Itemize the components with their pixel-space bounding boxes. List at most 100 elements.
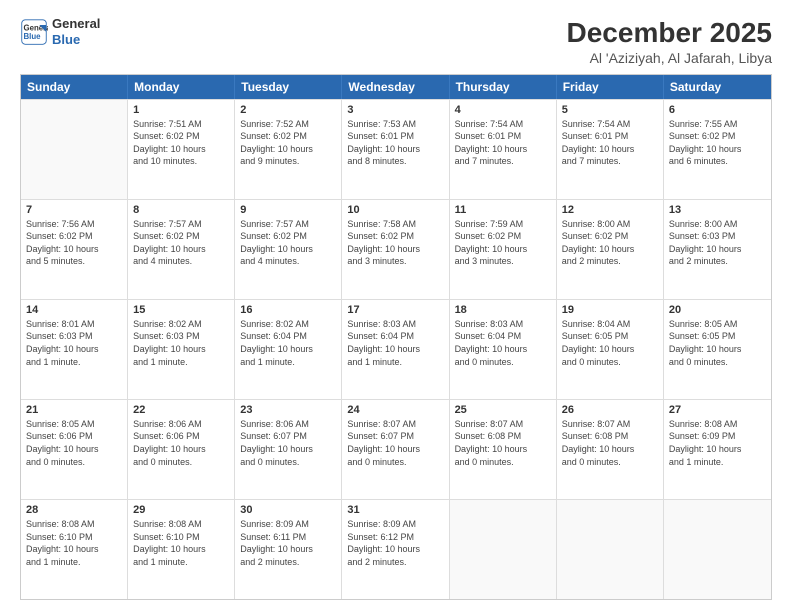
cell-day-number: 18 [455, 304, 551, 316]
cell-day-number: 9 [240, 204, 336, 216]
cell-info: Sunrise: 7:55 AMSunset: 6:02 PMDaylight:… [669, 118, 766, 168]
cell-day-number: 14 [26, 304, 122, 316]
calendar-cell: 8 Sunrise: 7:57 AMSunset: 6:02 PMDaylight… [128, 200, 235, 299]
calendar-cell: 3 Sunrise: 7:53 AMSunset: 6:01 PMDaylight… [342, 100, 449, 199]
calendar-header-cell: Thursday [450, 75, 557, 99]
calendar-row: 14 Sunrise: 8:01 AMSunset: 6:03 PMDayligh… [21, 299, 771, 399]
cell-info: Sunrise: 8:01 AMSunset: 6:03 PMDaylight:… [26, 318, 122, 368]
cell-info: Sunrise: 7:51 AMSunset: 6:02 PMDaylight:… [133, 118, 229, 168]
calendar-body: 1 Sunrise: 7:51 AMSunset: 6:02 PMDaylight… [21, 99, 771, 599]
cell-day-number: 21 [26, 404, 122, 416]
cell-info: Sunrise: 8:03 AMSunset: 6:04 PMDaylight:… [347, 318, 443, 368]
calendar-cell: 29 Sunrise: 8:08 AMSunset: 6:10 PMDayligh… [128, 500, 235, 599]
page: General Blue General Blue December 2025 … [0, 0, 792, 612]
calendar-cell: 27 Sunrise: 8:08 AMSunset: 6:09 PMDayligh… [664, 400, 771, 499]
calendar-cell: 28 Sunrise: 8:08 AMSunset: 6:10 PMDayligh… [21, 500, 128, 599]
cell-info: Sunrise: 8:05 AMSunset: 6:05 PMDaylight:… [669, 318, 766, 368]
cell-day-number: 5 [562, 104, 658, 116]
cell-info: Sunrise: 7:53 AMSunset: 6:01 PMDaylight:… [347, 118, 443, 168]
calendar-cell: 6 Sunrise: 7:55 AMSunset: 6:02 PMDaylight… [664, 100, 771, 199]
calendar-cell: 2 Sunrise: 7:52 AMSunset: 6:02 PMDaylight… [235, 100, 342, 199]
cell-info: Sunrise: 8:08 AMSunset: 6:09 PMDaylight:… [669, 418, 766, 468]
cell-info: Sunrise: 7:59 AMSunset: 6:02 PMDaylight:… [455, 218, 551, 268]
calendar-row: 21 Sunrise: 8:05 AMSunset: 6:06 PMDayligh… [21, 399, 771, 499]
cell-day-number: 20 [669, 304, 766, 316]
cell-day-number: 10 [347, 204, 443, 216]
calendar-row: 7 Sunrise: 7:56 AMSunset: 6:02 PMDaylight… [21, 199, 771, 299]
cell-day-number: 7 [26, 204, 122, 216]
cell-day-number: 6 [669, 104, 766, 116]
cell-day-number: 11 [455, 204, 551, 216]
cell-day-number: 8 [133, 204, 229, 216]
cell-info: Sunrise: 8:02 AMSunset: 6:04 PMDaylight:… [240, 318, 336, 368]
calendar-cell: 25Sunrise: 8:07 AMSunset: 6:08 PMDayligh… [450, 400, 557, 499]
calendar-cell: 31Sunrise: 8:09 AMSunset: 6:12 PMDayligh… [342, 500, 449, 599]
calendar-cell: 5 Sunrise: 7:54 AMSunset: 6:01 PMDaylight… [557, 100, 664, 199]
cell-day-number: 30 [240, 504, 336, 516]
calendar-cell: 10 Sunrise: 7:58 AMSunset: 6:02 PMDayligh… [342, 200, 449, 299]
main-title: December 2025 [567, 16, 772, 50]
cell-day-number: 25 [455, 404, 551, 416]
cell-day-number: 1 [133, 104, 229, 116]
cell-info: Sunrise: 7:57 AMSunset: 6:02 PMDaylight:… [133, 218, 229, 268]
calendar-cell: 11 Sunrise: 7:59 AMSunset: 6:02 PMDayligh… [450, 200, 557, 299]
calendar: SundayMondayTuesdayWednesdayThursdayFrid… [20, 74, 772, 600]
calendar-header-cell: Monday [128, 75, 235, 99]
cell-info: Sunrise: 8:03 AMSunset: 6:04 PMDaylight:… [455, 318, 551, 368]
cell-day-number: 13 [669, 204, 766, 216]
cell-day-number: 3 [347, 104, 443, 116]
calendar-cell [664, 500, 771, 599]
calendar-header-cell: Wednesday [342, 75, 449, 99]
cell-info: Sunrise: 8:08 AMSunset: 6:10 PMDaylight:… [133, 518, 229, 568]
cell-day-number: 22 [133, 404, 229, 416]
calendar-cell: 19 Sunrise: 8:04 AMSunset: 6:05 PMDayligh… [557, 300, 664, 399]
calendar-cell: 21 Sunrise: 8:05 AMSunset: 6:06 PMDayligh… [21, 400, 128, 499]
cell-day-number: 17 [347, 304, 443, 316]
calendar-cell: 18 Sunrise: 8:03 AMSunset: 6:04 PMDayligh… [450, 300, 557, 399]
calendar-cell: 7 Sunrise: 7:56 AMSunset: 6:02 PMDaylight… [21, 200, 128, 299]
cell-info: Sunrise: 7:58 AMSunset: 6:02 PMDaylight:… [347, 218, 443, 268]
calendar-header-cell: Saturday [664, 75, 771, 99]
calendar-cell: 12Sunrise: 8:00 AMSunset: 6:02 PMDayligh… [557, 200, 664, 299]
cell-info: Sunrise: 7:56 AMSunset: 6:02 PMDaylight:… [26, 218, 122, 268]
cell-info: Sunrise: 7:54 AMSunset: 6:01 PMDaylight:… [455, 118, 551, 168]
cell-day-number: 31 [347, 504, 443, 516]
cell-day-number: 29 [133, 504, 229, 516]
cell-info: Sunrise: 8:06 AMSunset: 6:07 PMDaylight:… [240, 418, 336, 468]
cell-day-number: 16 [240, 304, 336, 316]
cell-day-number: 26 [562, 404, 658, 416]
cell-day-number: 19 [562, 304, 658, 316]
cell-info: Sunrise: 8:08 AMSunset: 6:10 PMDaylight:… [26, 518, 122, 568]
calendar-row: 1 Sunrise: 7:51 AMSunset: 6:02 PMDaylight… [21, 99, 771, 199]
logo: General Blue General Blue [20, 16, 100, 47]
cell-info: Sunrise: 8:02 AMSunset: 6:03 PMDaylight:… [133, 318, 229, 368]
cell-day-number: 12 [562, 204, 658, 216]
calendar-cell: 4 Sunrise: 7:54 AMSunset: 6:01 PMDaylight… [450, 100, 557, 199]
title-block: December 2025 Al 'Aziziyah, Al Jafarah, … [567, 16, 772, 66]
cell-day-number: 28 [26, 504, 122, 516]
subtitle: Al 'Aziziyah, Al Jafarah, Libya [567, 50, 772, 66]
calendar-cell: 9Sunrise: 7:57 AMSunset: 6:02 PMDaylight… [235, 200, 342, 299]
calendar-row: 28 Sunrise: 8:08 AMSunset: 6:10 PMDayligh… [21, 499, 771, 599]
header: General Blue General Blue December 2025 … [20, 16, 772, 66]
calendar-cell [21, 100, 128, 199]
cell-day-number: 2 [240, 104, 336, 116]
cell-info: Sunrise: 7:52 AMSunset: 6:02 PMDaylight:… [240, 118, 336, 168]
calendar-cell: 14 Sunrise: 8:01 AMSunset: 6:03 PMDayligh… [21, 300, 128, 399]
logo-icon: General Blue [20, 18, 48, 46]
calendar-cell [557, 500, 664, 599]
cell-day-number: 24 [347, 404, 443, 416]
cell-info: Sunrise: 7:54 AMSunset: 6:01 PMDaylight:… [562, 118, 658, 168]
calendar-cell [450, 500, 557, 599]
calendar-header: SundayMondayTuesdayWednesdayThursdayFrid… [21, 75, 771, 99]
cell-day-number: 27 [669, 404, 766, 416]
cell-info: Sunrise: 8:05 AMSunset: 6:06 PMDaylight:… [26, 418, 122, 468]
calendar-cell: 24 Sunrise: 8:07 AMSunset: 6:07 PMDayligh… [342, 400, 449, 499]
cell-day-number: 23 [240, 404, 336, 416]
cell-info: Sunrise: 8:04 AMSunset: 6:05 PMDaylight:… [562, 318, 658, 368]
calendar-cell: 22Sunrise: 8:06 AMSunset: 6:06 PMDayligh… [128, 400, 235, 499]
cell-day-number: 4 [455, 104, 551, 116]
cell-day-number: 15 [133, 304, 229, 316]
cell-info: Sunrise: 8:07 AMSunset: 6:07 PMDaylight:… [347, 418, 443, 468]
calendar-cell: 1 Sunrise: 7:51 AMSunset: 6:02 PMDaylight… [128, 100, 235, 199]
